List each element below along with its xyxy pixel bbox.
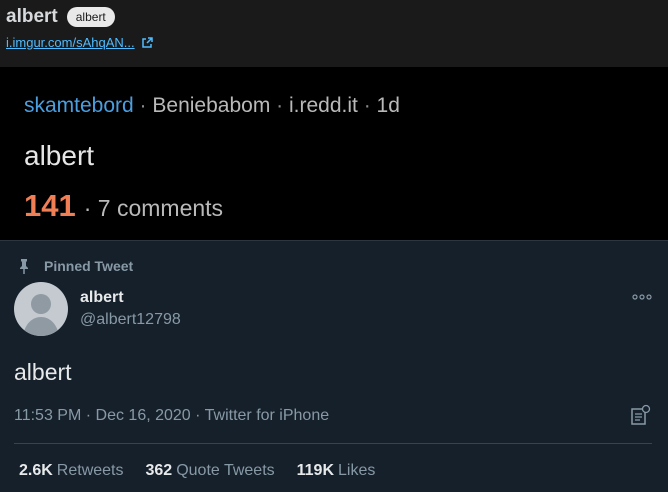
post-flair[interactable]: albert <box>66 7 115 27</box>
post-title[interactable]: albert <box>6 6 58 28</box>
post-comment-count: · 7 comments <box>83 195 224 221</box>
post-score: 141 <box>24 188 76 223</box>
post-author: Beniebabom <box>152 94 271 117</box>
external-link-icon[interactable] <box>141 36 153 49</box>
meta-separator: · <box>133 94 153 117</box>
stat-number: 362 <box>145 462 173 479</box>
tweet-screenshot: Pinned Tweet albert @albert12798 albert … <box>0 240 668 492</box>
post-link-row: i.imgur.com/sAhqAN... <box>6 35 153 50</box>
reddit-post-stats: 141 · 7 comments <box>24 188 223 224</box>
pinned-label: Pinned Tweet <box>44 258 134 274</box>
stat-number: 2.6K <box>19 462 53 479</box>
subreddit-name: skamtebord <box>24 94 134 117</box>
post-image[interactable]: skamtebord · Beniebabom · i.redd.it · 1d… <box>0 67 668 492</box>
reddit-screenshot: skamtebord · Beniebabom · i.redd.it · 1d… <box>0 67 668 240</box>
more-options-icon <box>632 294 652 300</box>
tweet-analytics-icon <box>631 404 651 425</box>
post-link[interactable]: i.imgur.com/sAhqAN... <box>6 35 135 50</box>
reddit-post-title: albert <box>24 140 95 171</box>
pinned-indicator: Pinned Tweet <box>16 258 133 274</box>
stat-label: Retweets <box>56 462 124 479</box>
post-age: 1d <box>376 94 400 117</box>
pin-icon <box>20 259 28 274</box>
post-domain: i.redd.it <box>288 94 358 117</box>
retweets-stat: 2.6K Retweets <box>19 462 124 480</box>
likes-stat: 119K Likes <box>297 462 376 480</box>
stat-number: 119K <box>296 462 335 479</box>
stat-label: Quote Tweets <box>176 462 275 479</box>
tweet-author-name: albert <box>80 289 124 306</box>
tweet-timestamp: 11:53 PM · Dec 16, 2020 · Twitter for iP… <box>14 407 330 424</box>
tweet-author-handle: @albert12798 <box>80 311 181 328</box>
divider <box>14 443 652 444</box>
quote-tweets-stat: 362 Quote Tweets <box>146 462 275 480</box>
meta-separator: · <box>270 94 289 117</box>
avatar <box>14 282 68 336</box>
reddit-post-meta: skamtebord · Beniebabom · i.redd.it · 1d <box>24 94 400 118</box>
stat-label: Likes <box>338 462 376 479</box>
post-title-row: albert albert <box>6 6 115 28</box>
default-avatar-icon <box>23 294 59 336</box>
tweet-text: albert <box>14 359 72 385</box>
meta-separator: · <box>357 94 377 117</box>
tweet-stats: 2.6K Retweets 362 Quote Tweets 119K Likes <box>19 462 397 480</box>
post-header: albert albert i.imgur.com/sAhqAN... <box>0 0 668 67</box>
